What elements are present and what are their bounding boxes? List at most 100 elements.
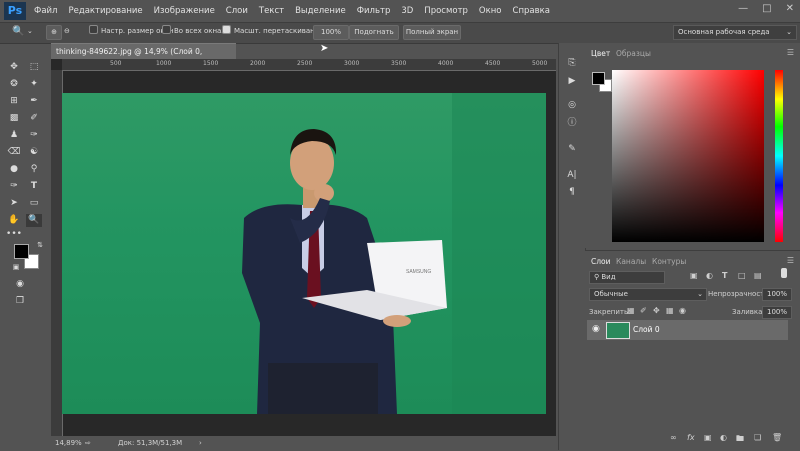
tab-swatches[interactable]: Образцы bbox=[616, 49, 651, 58]
default-colors-icon[interactable]: ▣ bbox=[8, 261, 24, 274]
history-icon[interactable]: ⎘ bbox=[564, 57, 580, 70]
quick-mask-icon[interactable]: ◉ bbox=[12, 278, 28, 291]
filter-type-icon[interactable]: T bbox=[722, 271, 727, 280]
blend-mode-select[interactable]: Обычные ⌄ bbox=[589, 288, 707, 301]
zoom-out-icon[interactable]: ⊖ bbox=[64, 25, 70, 38]
filter-adjustment-icon[interactable]: ◐ bbox=[706, 271, 713, 280]
panel-menu-icon[interactable]: ☰ bbox=[787, 256, 794, 265]
pen-tool-icon[interactable]: ✑ bbox=[6, 180, 22, 193]
zoom-level[interactable]: 14,89% bbox=[55, 436, 82, 450]
zoom-in-icon[interactable]: ⊕ bbox=[46, 25, 62, 40]
brush-tool-icon[interactable]: ✐ bbox=[26, 112, 42, 125]
group-folder-icon[interactable]: 🖿 bbox=[736, 433, 744, 447]
new-layer-icon[interactable]: ❏ bbox=[754, 433, 761, 442]
zoom-tool-icon[interactable]: 🔍 bbox=[12, 25, 24, 38]
character-icon[interactable]: A| bbox=[564, 169, 580, 182]
hue-slider[interactable] bbox=[775, 70, 783, 242]
zoom-tool-icon[interactable]: 🔍 bbox=[26, 214, 42, 227]
healing-brush-icon[interactable]: ▩ bbox=[6, 112, 22, 125]
layer-name[interactable]: Слой 0 bbox=[633, 325, 660, 334]
document-image[interactable]: SAMSUNG bbox=[62, 93, 546, 414]
filter-toggle[interactable] bbox=[781, 268, 787, 278]
path-selection-icon[interactable]: ➤ bbox=[6, 197, 22, 210]
menu-view[interactable]: Просмотр bbox=[424, 6, 468, 16]
lock-artboard-icon[interactable]: ▦ bbox=[666, 306, 674, 315]
close-icon[interactable]: ✕ bbox=[786, 3, 794, 14]
document-size: Док: 51,3M/51,3M bbox=[118, 439, 183, 447]
resize-windows-checkbox[interactable]: Настр. размер окон bbox=[89, 25, 173, 38]
all-windows-checkbox[interactable]: Во всех окнах bbox=[162, 25, 225, 38]
workspace-select[interactable]: Основная рабочая среда ⌄ bbox=[673, 25, 797, 40]
blur-tool-icon[interactable]: ● bbox=[6, 163, 22, 176]
clone-stamp-icon[interactable]: ♟ bbox=[6, 129, 22, 142]
panel-menu-icon[interactable]: ☰ bbox=[787, 48, 794, 57]
eraser-tool-icon[interactable]: ⌫ bbox=[6, 146, 22, 159]
paint-bucket-icon[interactable]: ☯ bbox=[26, 146, 42, 159]
layer-row[interactable]: ◉ Слой 0 bbox=[587, 320, 788, 340]
filter-pixel-icon[interactable]: ▣ bbox=[690, 271, 698, 280]
lock-position-icon[interactable]: ✥ bbox=[653, 306, 660, 315]
lock-pixels-icon[interactable]: ✐ bbox=[640, 306, 647, 315]
tab-layers[interactable]: Слои bbox=[591, 257, 611, 266]
foreground-color-swatch[interactable] bbox=[14, 244, 29, 259]
brushes-icon[interactable]: ✎ bbox=[564, 143, 580, 156]
lock-all-icon[interactable]: ◉ bbox=[679, 306, 686, 315]
magic-wand-icon[interactable]: ✦ bbox=[26, 78, 42, 91]
lock-transparent-icon[interactable]: ▦ bbox=[627, 306, 635, 315]
layer-filter-select[interactable]: ⚲ Вид bbox=[589, 271, 665, 284]
tab-color[interactable]: Цвет bbox=[591, 49, 610, 58]
adjustment-layer-icon[interactable]: ◐ bbox=[720, 433, 727, 442]
menu-select[interactable]: Выделение bbox=[295, 6, 346, 16]
ruler-tick-label: 2000 bbox=[250, 60, 266, 67]
marquee-tool-icon[interactable]: ⬚ bbox=[26, 61, 42, 74]
layer-style-icon[interactable]: fx bbox=[687, 433, 695, 442]
zoom-value-field[interactable]: 100% bbox=[313, 25, 349, 40]
document-tab[interactable]: thinking-849622.jpg @ 14,9% (Слой 0, RGB… bbox=[51, 43, 236, 71]
rectangle-tool-icon[interactable]: ▭ bbox=[26, 197, 42, 210]
menu-edit[interactable]: Редактирование bbox=[68, 6, 142, 16]
chevron-down-icon[interactable]: ⌄ bbox=[27, 25, 33, 38]
menu-window[interactable]: Окно bbox=[479, 6, 502, 16]
trash-icon[interactable]: 🗑 bbox=[772, 433, 782, 442]
ruler-horizontal[interactable]: 500 1000 1500 2000 2500 3000 3500 4000 4… bbox=[62, 59, 556, 71]
type-tool-icon[interactable]: T bbox=[26, 180, 42, 193]
paragraph-icon[interactable]: ¶ bbox=[564, 186, 580, 199]
screen-mode-icon[interactable]: ❐ bbox=[12, 295, 28, 308]
fit-button[interactable]: Подогнать bbox=[349, 25, 399, 40]
menu-filter[interactable]: Фильтр bbox=[357, 6, 391, 16]
maximize-icon[interactable]: □ bbox=[762, 3, 771, 14]
move-tool-icon[interactable]: ✥ bbox=[6, 61, 22, 74]
menu-layers[interactable]: Слои bbox=[226, 6, 248, 16]
history-brush-icon[interactable]: ✑ bbox=[26, 129, 42, 142]
adjustments-icon[interactable]: ◎ bbox=[564, 99, 580, 112]
menu-file[interactable]: Файл bbox=[34, 6, 57, 16]
lasso-tool-icon[interactable]: ❂ bbox=[6, 78, 22, 91]
tab-paths[interactable]: Контуры bbox=[652, 257, 686, 266]
minimize-icon[interactable]: — bbox=[738, 3, 748, 14]
layer-mask-icon[interactable]: ▣ bbox=[704, 433, 712, 442]
opacity-field[interactable]: 100% bbox=[762, 288, 792, 301]
crop-tool-icon[interactable]: ⊞ bbox=[6, 95, 22, 108]
swap-colors-icon[interactable]: ⇅ bbox=[32, 239, 48, 252]
color-field[interactable] bbox=[612, 70, 764, 242]
chevron-right-icon[interactable]: › bbox=[199, 436, 202, 450]
menu-type[interactable]: Текст bbox=[259, 6, 284, 16]
fill-field[interactable]: 100% bbox=[762, 306, 792, 319]
fullscreen-button[interactable]: Полный экран bbox=[403, 25, 461, 40]
export-icon[interactable]: ⇨ bbox=[85, 436, 91, 450]
dodge-tool-icon[interactable]: ⚲ bbox=[26, 163, 42, 176]
info-icon[interactable]: ⓘ bbox=[564, 117, 580, 130]
menu-image[interactable]: Изображение bbox=[154, 6, 215, 16]
menu-3d[interactable]: 3D bbox=[401, 6, 413, 16]
menu-help[interactable]: Справка bbox=[513, 6, 550, 16]
link-layers-icon[interactable]: ∞ bbox=[670, 433, 677, 442]
actions-play-icon[interactable]: ▶ bbox=[564, 75, 580, 88]
filter-shape-icon[interactable]: □ bbox=[738, 271, 746, 280]
eyedropper-icon[interactable]: ✒ bbox=[26, 95, 42, 108]
eye-icon[interactable]: ◉ bbox=[592, 324, 600, 334]
filter-smart-icon[interactable]: ▤ bbox=[754, 271, 762, 280]
foreground-color-swatch[interactable] bbox=[592, 72, 605, 85]
tab-channels[interactable]: Каналы bbox=[616, 257, 646, 266]
more-tools-icon[interactable]: ••• bbox=[6, 228, 22, 241]
hand-tool-icon[interactable]: ✋ bbox=[6, 214, 22, 227]
